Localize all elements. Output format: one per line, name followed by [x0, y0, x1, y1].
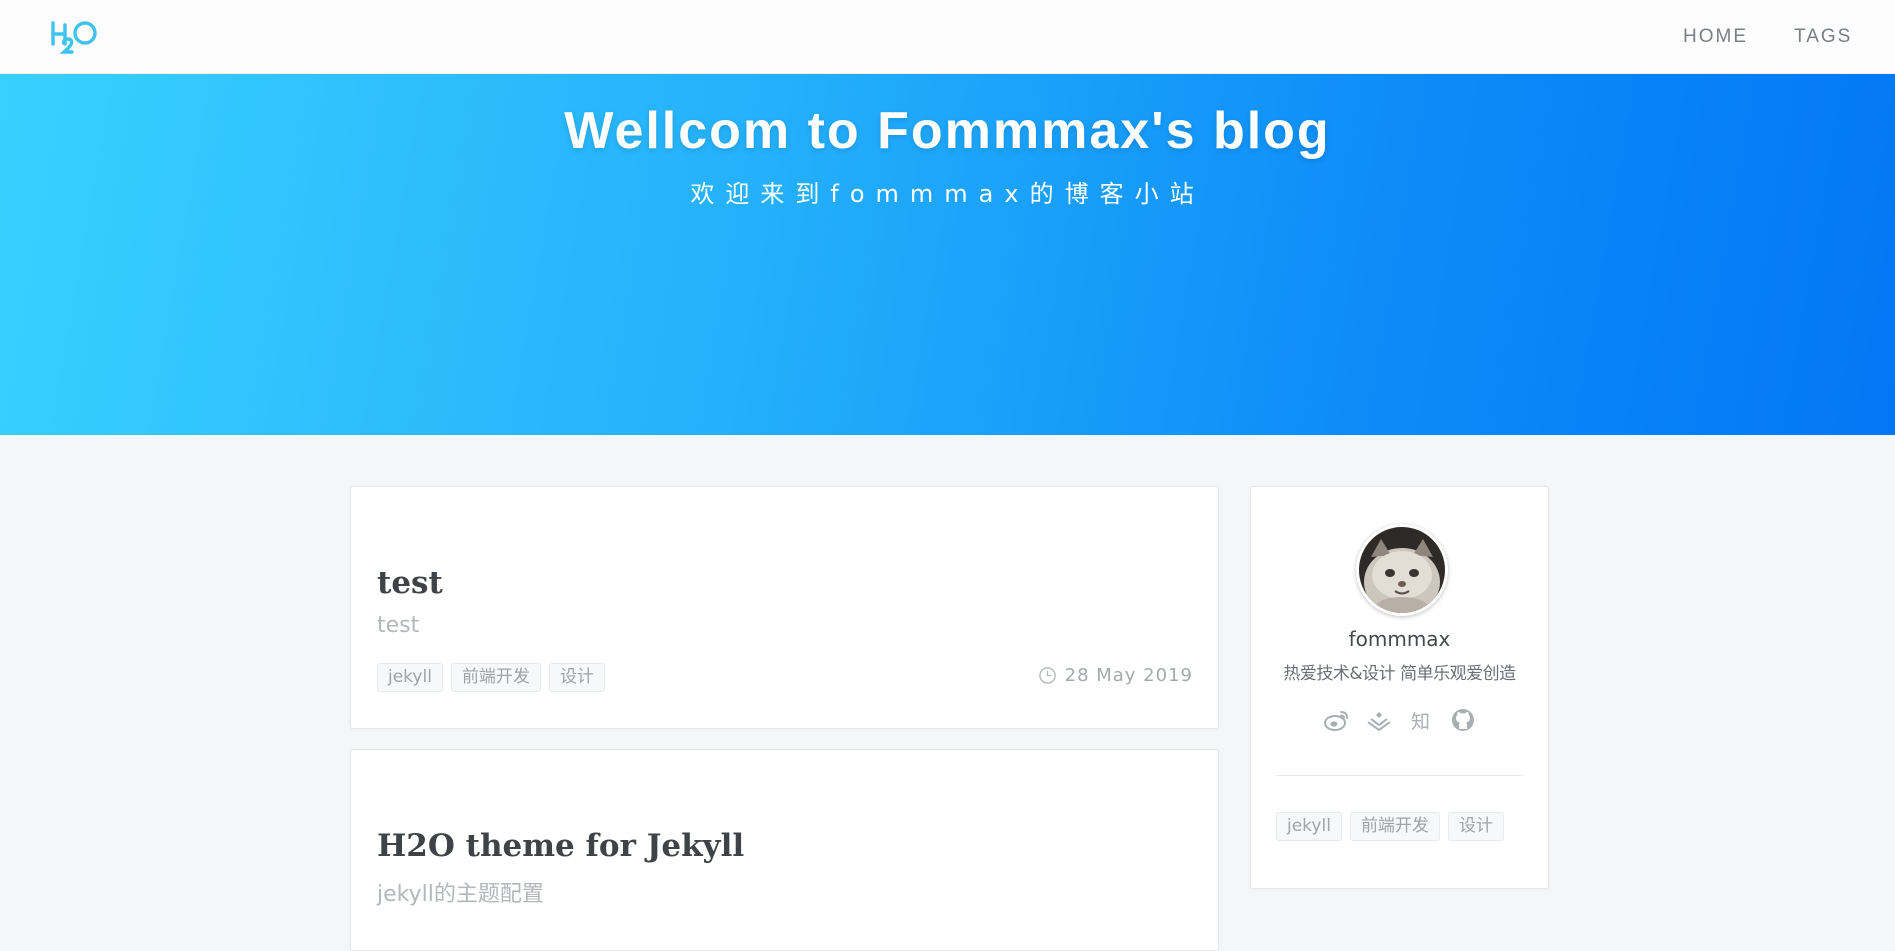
clock-icon [1038, 667, 1056, 684]
author-name: fommmax [1348, 627, 1451, 651]
avatar [1356, 524, 1448, 616]
github-icon[interactable] [1450, 707, 1476, 733]
tag-design[interactable]: 设计 [548, 663, 605, 692]
post-title[interactable]: test [377, 565, 443, 601]
tag-frontend[interactable]: 前端开发 [1349, 812, 1440, 841]
tag-jekyll[interactable]: jekyll [377, 663, 443, 692]
zhihu-icon[interactable]: 知 [1408, 707, 1434, 733]
author-bio: 热爱技术&设计 简单乐观爱创造 [1283, 664, 1516, 684]
weibo-icon[interactable] [1323, 707, 1350, 733]
hero-subtitle: 欢迎来到fommmax的博客小站 [690, 180, 1205, 208]
sidebar-tags: jekyll 前端开发 设计 [1276, 812, 1504, 841]
post-tags: jekyll 前端开发 设计 [377, 663, 605, 692]
post-subtitle: test [377, 613, 420, 638]
tag-jekyll[interactable]: jekyll [1276, 812, 1342, 841]
post-date: 28 May 2019 [1038, 665, 1193, 686]
tag-frontend[interactable]: 前端开发 [450, 663, 541, 692]
post-card[interactable]: H2O theme for Jekyll jekyll的主题配置 [350, 749, 1219, 951]
cat-avatar-icon [1359, 527, 1445, 613]
post-subtitle: jekyll的主题配置 [377, 882, 544, 907]
h2o-logo-icon [51, 21, 97, 54]
nav-tags-link[interactable]: TAGS [1794, 26, 1852, 48]
author-sidebar: fommmax 热爱技术&设计 简单乐观爱创造 知 jekyll 前端开发 设计 [1250, 486, 1549, 889]
site-logo[interactable] [50, 16, 100, 56]
social-links: 知 [1251, 707, 1548, 733]
sidebar-divider [1276, 775, 1523, 776]
hero-title: Wellcom to Fommmax's blog [564, 102, 1331, 160]
post-title[interactable]: H2O theme for Jekyll [377, 828, 744, 864]
tag-design[interactable]: 设计 [1447, 812, 1504, 841]
navbar: HOME TAGS [0, 0, 1895, 74]
juejin-icon[interactable] [1366, 707, 1392, 733]
nav-home-link[interactable]: HOME [1683, 26, 1748, 48]
hero-banner: Wellcom to Fommmax's blog 欢迎来到fommmax的博客… [0, 73, 1895, 435]
post-date-text: 28 May 2019 [1064, 665, 1193, 686]
post-card[interactable]: test test jekyll 前端开发 设计 28 May 2019 [350, 486, 1219, 729]
